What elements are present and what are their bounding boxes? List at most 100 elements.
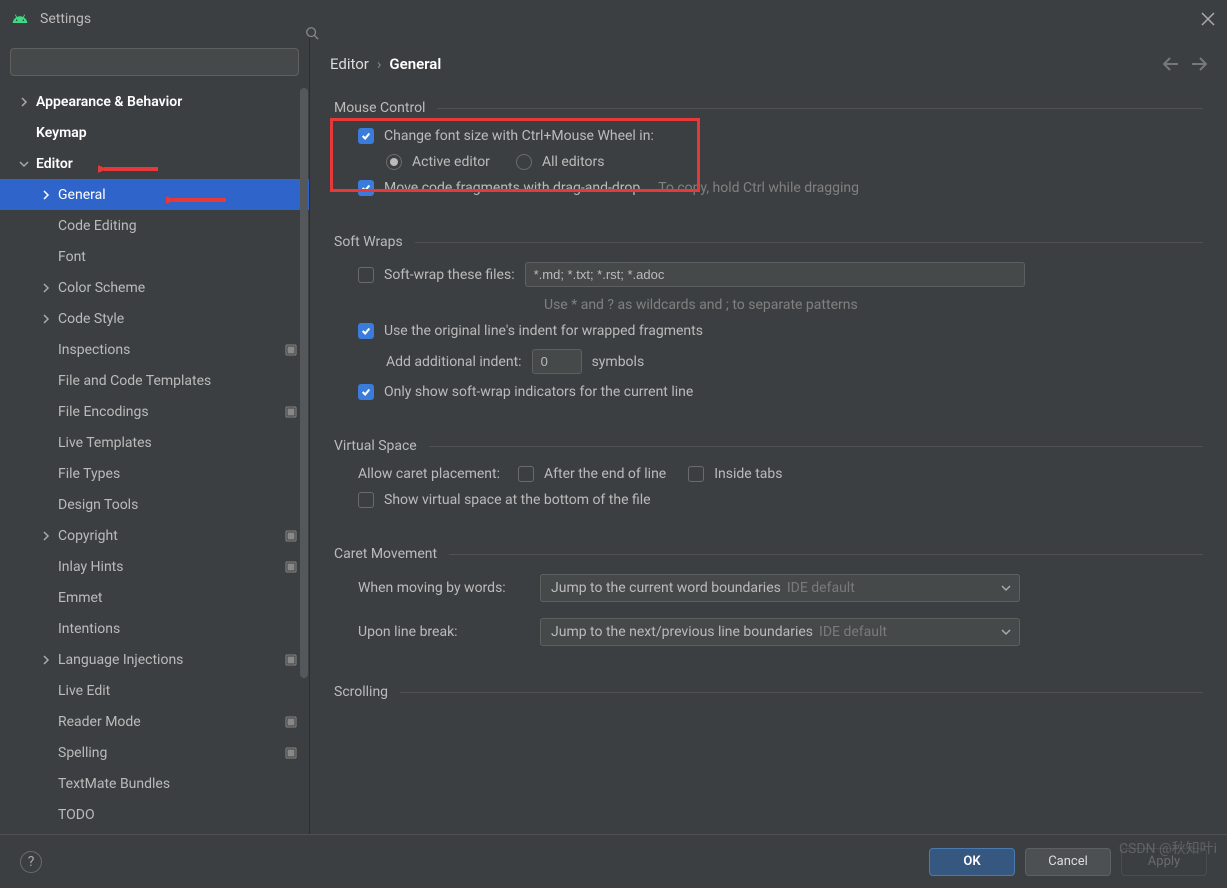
project-config-icon [285,654,297,666]
dropdown-default-hint: IDE default [819,624,887,640]
dropdown-by-words[interactable]: Jump to the current word boundaries IDE … [540,574,1020,602]
dropdown-default-hint: IDE default [787,580,855,596]
chevron-down-icon [1001,583,1011,593]
label-change-font-size: Change font size with Ctrl+Mouse Wheel i… [384,128,654,144]
checkbox-softwrap-files[interactable] [358,267,374,283]
tree-item-code-editing[interactable]: Code Editing [0,210,309,241]
tree-item-inspections[interactable]: Inspections [0,334,309,365]
tree-item-label: Keymap [36,125,87,141]
label-use-indent: Use the original line's indent for wrapp… [384,323,703,339]
section-caret-movement: Caret Movement [334,546,1203,562]
tree-item-label: Appearance & Behavior [36,94,182,110]
tree-item-label: Code Editing [58,218,137,234]
label-inside-tabs: Inside tabs [714,466,782,482]
settings-sidebar: Appearance & Behavior Keymap Editor General… [0,38,310,834]
tree-item-label: Live Edit [58,683,110,699]
tree-item-file-and-code-templates[interactable]: File and Code Templates [0,365,309,396]
tree-item-live-edit[interactable]: Live Edit [0,675,309,706]
label-all-editors: All editors [542,154,605,170]
tree-item-color-scheme[interactable]: Color Scheme [0,272,309,303]
label-move-drag: Move code fragments with drag-and-drop [384,180,640,196]
label-softwrap-files: Soft-wrap these files: [384,267,515,283]
input-add-indent[interactable] [532,349,582,374]
tree-item-design-tools[interactable]: Design Tools [0,489,309,520]
tree-item-file-types[interactable]: File Types [0,458,309,489]
checkbox-use-indent[interactable] [358,323,374,339]
label-symbols: symbols [592,354,645,370]
tree-item-label: Color Scheme [58,280,145,296]
checkbox-after-eol[interactable] [518,466,534,482]
search-input[interactable] [10,48,299,76]
dropdown-line-break[interactable]: Jump to the next/previous line boundarie… [540,618,1020,646]
chevron-right-icon [40,282,52,294]
section-virtual-space: Virtual Space [334,438,1203,454]
label-only-show-indicators: Only show soft-wrap indicators for the c… [384,384,693,400]
radio-all-editors[interactable] [516,154,532,170]
breadcrumb-parent: Editor [330,55,369,73]
tree-item-label: TextMate Bundles [58,776,170,792]
help-button[interactable]: ? [20,851,42,873]
checkbox-show-virtual-space[interactable] [358,492,374,508]
tree-item-label: Font [58,249,86,265]
tree-item-label: Intentions [58,621,120,637]
tree-item-label: Design Tools [58,497,138,513]
tree-item-code-style[interactable]: Code Style [0,303,309,334]
tree-item-copyright[interactable]: Copyright [0,520,309,551]
tree-item-todo[interactable]: TODO [0,799,309,830]
radio-active-editor[interactable] [386,154,402,170]
apply-button: Apply [1121,848,1207,876]
label-line-break: Upon line break: [358,624,540,640]
dropdown-by-words-value: Jump to the current word boundaries [551,580,781,596]
tree-item-language-injections[interactable]: Language Injections [0,644,309,675]
chevron-right-icon [18,96,30,108]
tree-item-label: Language Injections [58,652,183,668]
ok-button[interactable]: OK [929,848,1015,876]
project-config-icon [285,406,297,418]
tree-item-textmate-bundles[interactable]: TextMate Bundles [0,768,309,799]
project-config-icon [285,747,297,759]
tree-item-appearance-behavior[interactable]: Appearance & Behavior [0,86,309,117]
chevron-right-icon [40,313,52,325]
chevron-down-icon [18,158,30,170]
tree-item-label: Live Templates [58,435,152,451]
checkbox-move-drag[interactable] [358,180,374,196]
close-icon[interactable] [1201,12,1215,26]
chevron-right-icon [40,189,52,201]
checkbox-change-font-size[interactable] [358,128,374,144]
tree-item-label: File Encodings [58,404,149,420]
tree-item-general[interactable]: General [0,179,309,210]
hint-wildcards: Use * and ? as wildcards and ; to separa… [544,297,858,313]
tree-item-live-templates[interactable]: Live Templates [0,427,309,458]
checkbox-inside-tabs[interactable] [688,466,704,482]
project-config-icon [285,344,297,356]
tree-item-label: Copyright [58,528,118,544]
forward-icon[interactable] [1191,57,1207,71]
input-softwrap-pattern[interactable] [525,262,1025,287]
tree-item-emmet[interactable]: Emmet [0,582,309,613]
tree-item-keymap[interactable]: Keymap [0,117,309,148]
section-scrolling: Scrolling [334,684,1203,700]
tree-item-label: Spelling [58,745,107,761]
sidebar-scrollbar[interactable] [299,88,309,834]
tree-item-label: Inspections [58,342,130,358]
tree-item-spelling[interactable]: Spelling [0,737,309,768]
tree-item-label: Editor [36,156,73,172]
tree-item-reader-mode[interactable]: Reader Mode [0,706,309,737]
hint-move-drag: To copy, hold Ctrl while dragging [658,180,859,196]
breadcrumb-sep: › [377,55,382,73]
tree-item-file-encodings[interactable]: File Encodings [0,396,309,427]
project-config-icon [285,716,297,728]
tree-item-intentions[interactable]: Intentions [0,613,309,644]
tree-item-editor[interactable]: Editor [0,148,309,179]
back-icon[interactable] [1163,57,1179,71]
cancel-button[interactable]: Cancel [1025,848,1111,876]
label-show-virtual-space: Show virtual space at the bottom of the … [384,492,651,508]
label-allow-caret: Allow caret placement: [358,466,500,482]
tree-item-label: Inlay Hints [58,559,123,575]
checkbox-only-show-indicators[interactable] [358,384,374,400]
tree-item-inlay-hints[interactable]: Inlay Hints [0,551,309,582]
tree-item-label: File Types [58,466,120,482]
breadcrumb-header: Editor › General [310,38,1227,90]
label-add-indent: Add additional indent: [386,354,522,370]
tree-item-font[interactable]: Font [0,241,309,272]
